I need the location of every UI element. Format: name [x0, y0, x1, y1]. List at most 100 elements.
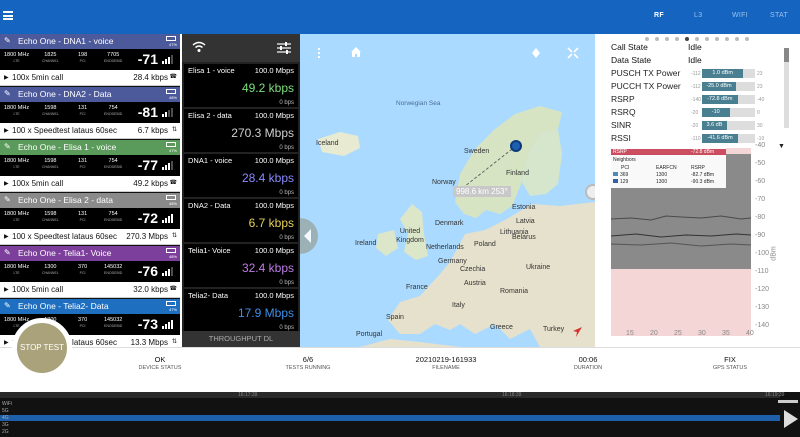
col-pci: PCI	[621, 165, 630, 171]
location-marker[interactable]	[510, 140, 522, 152]
metric-max: -40	[757, 97, 765, 103]
battery-icon	[166, 301, 176, 306]
band: 1800 MHz	[4, 52, 30, 58]
rf-scrollbar[interactable]	[784, 48, 789, 128]
rf-panel: Call State Idle Data State Idle PUSCH TX…	[595, 34, 800, 347]
tab-rf[interactable]: RF	[654, 12, 664, 19]
metric-row: RSRP -140 -72.8 dBm -40	[611, 94, 786, 106]
throughput-box[interactable]: DNA1 - voice 100.0 Mbps 28.4 kbps 0 bps	[184, 154, 298, 197]
expand-arrow-icon[interactable]: ▶	[4, 127, 9, 134]
play-icon[interactable]	[784, 410, 798, 428]
device-task[interactable]: ▶ 100 x Speedtest lataus 60sec 6.7 kbps …	[0, 123, 180, 139]
expand-arrow-icon[interactable]: ▶	[4, 339, 9, 346]
metric-min: -20	[691, 110, 699, 116]
tab-l3[interactable]: L3	[694, 12, 702, 19]
throughput-min: 0 bps	[279, 235, 294, 241]
enodeb-value: 145032	[104, 317, 123, 323]
expand-arrow-icon[interactable]: ▶	[4, 180, 9, 187]
data-icon: ⇅	[171, 339, 177, 345]
tab-stat[interactable]: STAT	[770, 12, 788, 19]
y-tick: -40	[755, 142, 766, 149]
expand-arrow-icon[interactable]: ▶	[4, 286, 9, 293]
sliders-icon[interactable]	[276, 42, 292, 54]
throughput-box[interactable]: Elisa 2 - data 100.0 Mbps 270.3 Mbps 0 b…	[184, 109, 298, 152]
band: 1800 MHz	[4, 211, 30, 217]
throughput-box[interactable]: DNA2 - Data 100.0 Mbps 6.7 kbps 0 bps	[184, 199, 298, 242]
expand-arrow-icon[interactable]: ▶	[4, 74, 9, 81]
more-options-icon[interactable]	[318, 48, 320, 58]
battery-icon	[166, 142, 176, 147]
compass-icon[interactable]	[530, 47, 542, 59]
metric-bar: -25.0 dBm	[702, 82, 755, 91]
menu-icon[interactable]	[3, 11, 13, 20]
pci-value: 370	[78, 264, 88, 270]
status-bar: OK DEVICE STATUS 6/6 TESTS RUNNING 20210219-…	[0, 347, 800, 392]
device-task[interactable]: ▶ 100x 5min call 49.2 kbps ☎	[0, 176, 180, 192]
task-value: 32.0 kbps	[133, 285, 168, 294]
task-name: 100 x Speedtest lataus 60sec	[12, 126, 117, 135]
device-stats: 1800 MHz LTE 1598 CHANNEL 131 PCI 754 ENODEB…	[0, 102, 180, 123]
device-header[interactable]: ✎ Echo One - Elisa 2 - data 48%	[0, 193, 180, 208]
signal-strength: -76	[137, 263, 158, 279]
map-label-belarus: Belarus	[512, 234, 536, 241]
timeline[interactable]: 16:17:39 16:18:39 16:19:39 WiFi 5G 4G 3G…	[0, 392, 800, 437]
map-label-turkey: Turkey	[543, 326, 565, 333]
throughput-min: 0 bps	[279, 145, 294, 151]
expand-arrow-icon[interactable]: ▶	[4, 233, 9, 240]
metric-min: -20	[691, 123, 699, 129]
expand-icon[interactable]: ▼	[778, 143, 785, 150]
timeline-row-3g: 3G	[2, 422, 9, 428]
map-label-france: France	[406, 284, 428, 291]
device-card[interactable]: ✎ Echo One - Telia1- Voice 48% 1800 MHz L…	[0, 246, 180, 299]
battery-level: 48%	[168, 95, 177, 100]
map-label-portugal: Portugal	[356, 331, 383, 338]
signal-bars-icon	[162, 55, 174, 64]
device-card[interactable]: ✎ Echo One - DNA1 - voice 47% 1800 MHz LT…	[0, 34, 180, 87]
signal-strength: -81	[137, 104, 158, 120]
device-header[interactable]: ✎ Echo One - DNA2 - Data 48%	[0, 87, 180, 102]
throughput-box[interactable]: Elisa 1 - voice 100.0 Mbps 49.2 kbps 0 b…	[184, 64, 298, 107]
throughput-min: 0 bps	[279, 100, 294, 106]
neighbor-earfcn: 1300	[656, 179, 668, 185]
device-task[interactable]: ▶ 100x 5min call 32.0 kbps ☎	[0, 282, 180, 298]
map-label-norwegian-sea: Norwegian Sea	[396, 100, 441, 107]
throughput-box[interactable]: Telia2- Data 100.0 Mbps 17.9 Mbps 0 bps	[184, 289, 298, 332]
navigation-arrow-icon[interactable]	[572, 326, 584, 338]
tab-wifi[interactable]: WIFI	[732, 12, 748, 19]
device-task[interactable]: ▶ 100 x Speedtest lataus 60sec 270.3 Mbp…	[0, 229, 180, 245]
wifi-icon[interactable]	[192, 41, 206, 53]
device-header[interactable]: ✎ Echo One - DNA1 - voice 47%	[0, 34, 180, 49]
device-header[interactable]: ✎ Echo One - Elisa 1 - voice 47%	[0, 140, 180, 155]
stop-test-button[interactable]: STOP TEST	[12, 318, 72, 378]
y-axis-unit: dBm	[770, 246, 778, 261]
device-task[interactable]: ▶ 100x 5min call 28.4 kbps ☎	[0, 70, 180, 86]
enodeb-value: 7705	[107, 52, 120, 58]
signal-bars-icon	[162, 161, 174, 170]
neighbor-pci: 369	[620, 172, 629, 178]
timeline-scrubber[interactable]	[778, 400, 798, 403]
status-label: FILENAME	[432, 365, 460, 371]
metric-bar: -41.6 dBm	[702, 134, 755, 143]
metric-min: -140	[691, 97, 702, 103]
throughput-box[interactable]: Telia1- Voice 100.0 Mbps 32.4 kbps 0 bps	[184, 244, 298, 287]
device-list: ✎ Echo One - DNA1 - voice 47% 1800 MHz LT…	[0, 34, 180, 347]
panel-handle[interactable]	[585, 184, 595, 200]
battery-icon	[166, 36, 176, 41]
metric-value: -72.8 dBm	[702, 95, 738, 104]
channel-value: 1300	[44, 264, 57, 270]
pci-value: 198	[78, 52, 88, 58]
metric-value: -10	[702, 108, 730, 117]
home-icon[interactable]	[350, 46, 362, 58]
legend-rsrp-value: -72.8 dBm	[691, 149, 715, 155]
throughput-toolbar	[182, 34, 300, 62]
device-card[interactable]: ✎ Echo One - Elisa 2 - data 48% 1800 MHz…	[0, 193, 180, 246]
throughput-min: 0 bps	[279, 190, 294, 196]
col-rsrp: RSRP	[691, 165, 705, 171]
device-card[interactable]: ✎ Echo One - DNA2 - Data 48% 1800 MHz LTE…	[0, 87, 180, 140]
collapse-icon[interactable]	[567, 47, 579, 59]
metric-max: 23	[757, 84, 763, 90]
device-card[interactable]: ✎ Echo One - Elisa 1 - voice 47% 1800 MH…	[0, 140, 180, 193]
map-view[interactable]: Norwegian Sea Iceland Sweden Finland Nor…	[300, 34, 595, 347]
device-header[interactable]: ✎ Echo One - Telia1- Voice 48%	[0, 246, 180, 261]
device-header[interactable]: ✎ Echo One - Telia2- Data 47%	[0, 299, 180, 314]
